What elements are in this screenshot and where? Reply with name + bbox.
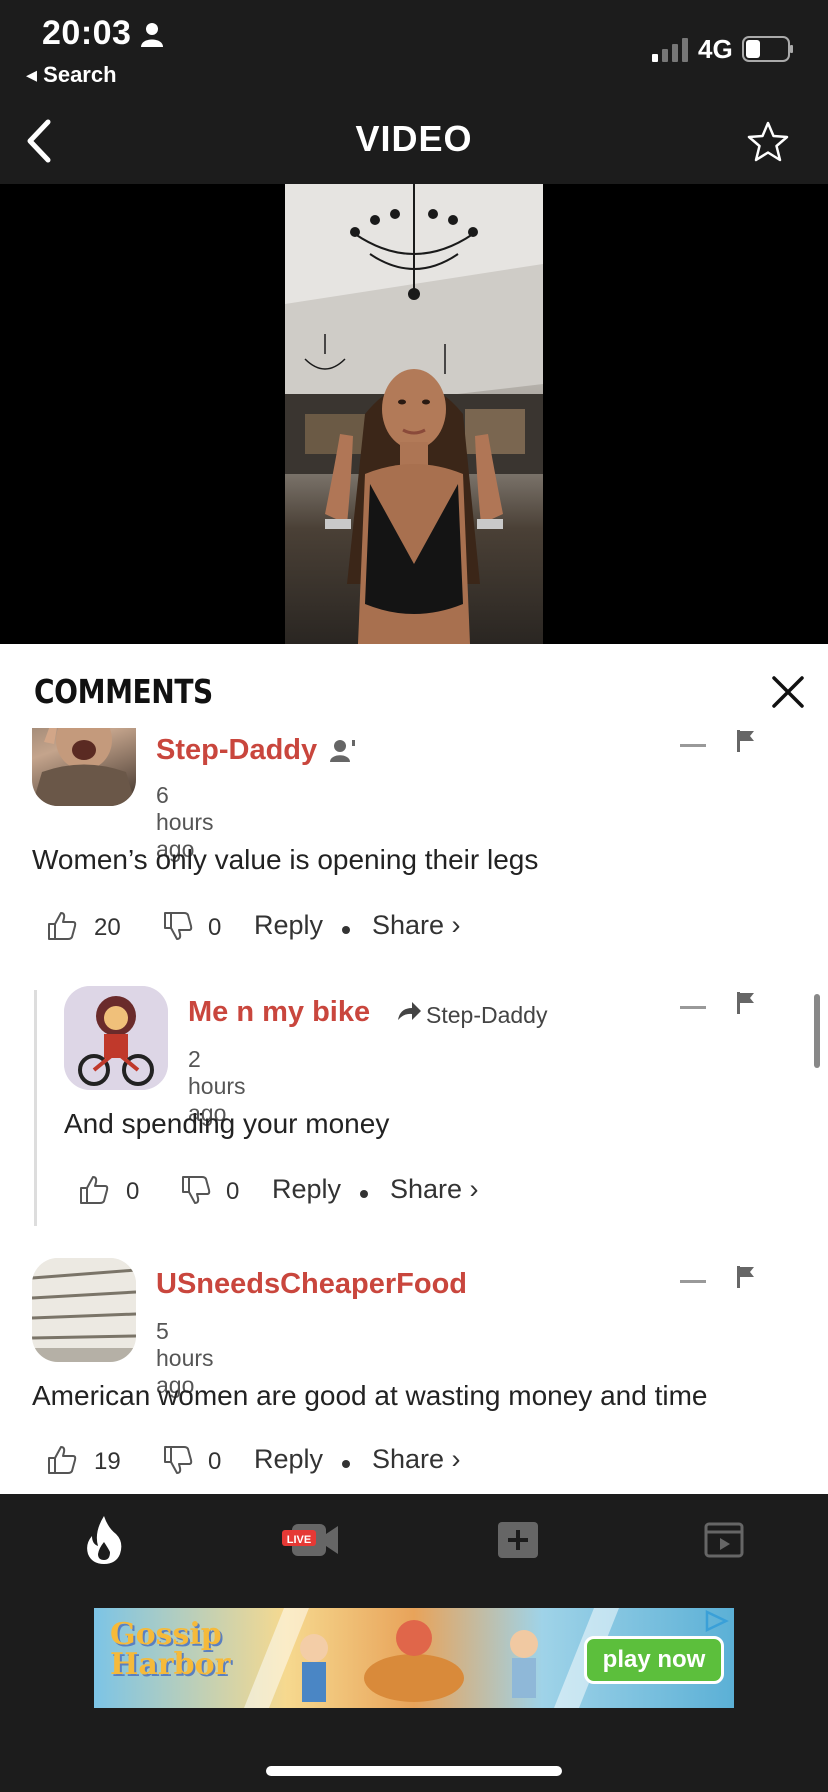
video-player[interactable] <box>0 184 828 644</box>
collapse-comment-icon[interactable] <box>680 1006 706 1009</box>
comment-text: Women’s only value is opening their legs <box>32 844 539 875</box>
live-badge: LIVE <box>286 1534 312 1546</box>
scrollbar-thumb[interactable] <box>814 994 820 1068</box>
comment-actions: 20 0 Reply Share › <box>46 910 526 950</box>
like-count: 0 <box>126 1178 140 1205</box>
flag-icon[interactable] <box>736 730 756 752</box>
comment-text: American women are good at wasting money… <box>32 1380 708 1411</box>
close-icon[interactable] <box>770 674 806 710</box>
collapse-comment-icon[interactable] <box>680 1280 706 1283</box>
ad-area: Gossip Harbor play now <box>0 1590 828 1792</box>
comment-username[interactable]: USneedsCheaperFood <box>156 1268 467 1301</box>
dislike-count: 0 <box>226 1178 240 1205</box>
signal-icon <box>652 38 688 62</box>
comment-actions: 0 0 Reply Share › <box>78 1174 538 1214</box>
add-icon[interactable] <box>488 1512 548 1568</box>
battery-icon <box>742 36 793 62</box>
comment-text: And spending your money <box>64 1108 390 1139</box>
thumbs-up-icon[interactable] <box>78 1174 110 1206</box>
thumbs-up-icon[interactable] <box>46 1444 78 1476</box>
thread-line <box>34 990 37 1226</box>
ad-play-now-button[interactable]: play now <box>584 1636 724 1684</box>
comment-username[interactable]: Me n my bike <box>188 996 370 1029</box>
share-button[interactable]: Share › <box>372 910 461 941</box>
dislike-count: 0 <box>208 1448 222 1475</box>
like-count: 19 <box>94 1448 121 1475</box>
flame-icon[interactable] <box>74 1512 134 1568</box>
like-count: 20 <box>94 914 121 941</box>
separator-dot <box>360 1190 368 1198</box>
favorite-star-icon[interactable] <box>746 120 790 164</box>
reply-button[interactable]: Reply <box>254 1444 323 1475</box>
nav-title: VIDEO <box>355 118 473 159</box>
comments-title: COMMENTS <box>34 672 213 711</box>
reply-button[interactable]: Reply <box>272 1174 341 1205</box>
user-badge-icon <box>330 740 355 762</box>
share-button[interactable]: Share › <box>390 1174 479 1205</box>
separator-dot <box>342 1460 350 1468</box>
comment-username[interactable]: Step-Daddy <box>156 734 317 767</box>
comments-header: COMMENTS <box>0 644 828 728</box>
collapse-comment-icon[interactable] <box>680 744 706 747</box>
avatar[interactable] <box>32 1258 136 1362</box>
flag-icon[interactable] <box>736 992 756 1014</box>
bottom-tab-bar: LIVE <box>0 1494 828 1590</box>
dislike-count: 0 <box>208 914 222 941</box>
reply-arrow-icon <box>398 1002 421 1020</box>
video-frame[interactable] <box>285 184 543 644</box>
back-to-search-link[interactable]: ◂ Search <box>26 62 117 88</box>
reply-to-username[interactable]: Step-Daddy <box>426 1002 547 1029</box>
share-button[interactable]: Share › <box>372 1444 461 1475</box>
ad-choices-icon[interactable] <box>704 1610 730 1632</box>
network-type: 4G <box>698 34 733 64</box>
ad-banner[interactable]: Gossip Harbor play now <box>94 1608 734 1708</box>
comment-actions: 19 0 Reply Share › <box>46 1444 526 1484</box>
video-still <box>285 184 543 644</box>
thumbs-down-icon[interactable] <box>180 1174 212 1206</box>
thumbs-down-icon[interactable] <box>162 1444 194 1476</box>
ad-brand: Gossip Harbor <box>110 1620 230 1680</box>
my-videos-icon[interactable] <box>694 1512 754 1568</box>
separator-dot <box>342 926 350 934</box>
nav-bar: VIDEO <box>0 100 828 184</box>
comments-sheet: Step-Daddy 6 hours ago Women’s only valu… <box>0 644 828 1494</box>
status-time: 20:03 <box>42 14 132 52</box>
ad-brand-line-2: Harbor <box>110 1647 231 1682</box>
avatar[interactable] <box>64 986 168 1090</box>
status-bar: 20:03 ◂ Search 4G <box>0 0 828 100</box>
reply-button[interactable]: Reply <box>254 910 323 941</box>
thumbs-down-icon[interactable] <box>162 910 194 942</box>
ad-brand-line-1: Gossip <box>110 1617 222 1652</box>
home-indicator[interactable] <box>266 1766 562 1776</box>
flag-icon[interactable] <box>736 1266 756 1288</box>
thumbs-up-icon[interactable] <box>46 910 78 942</box>
person-icon <box>141 23 163 47</box>
